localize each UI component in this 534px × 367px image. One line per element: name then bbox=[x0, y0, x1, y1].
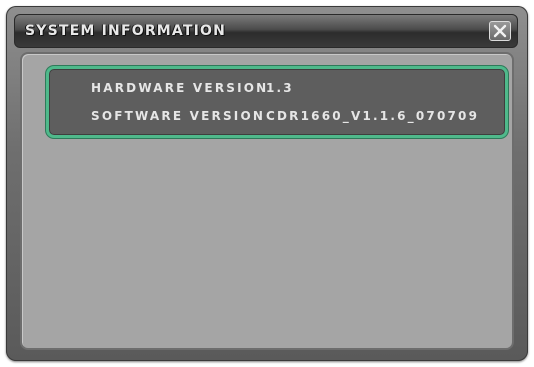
window-title: SYSTEM INFORMATION bbox=[25, 23, 227, 39]
software-version-label: SOFTWARE VERSION bbox=[91, 109, 266, 123]
content-area: HARDWARE VERSION 1.3 SOFTWARE VERSION CD… bbox=[20, 52, 514, 350]
hardware-version-label: HARDWARE VERSION bbox=[91, 81, 269, 95]
hardware-version-row: HARDWARE VERSION 1.3 bbox=[91, 81, 294, 95]
title-bar: SYSTEM INFORMATION bbox=[14, 14, 518, 48]
system-information-window: SYSTEM INFORMATION HARDWARE VERSION 1.3 … bbox=[6, 6, 528, 361]
close-icon bbox=[493, 24, 507, 38]
software-version-row: SOFTWARE VERSION CDR1660_V1.1.6_070709 bbox=[91, 109, 479, 123]
close-button[interactable] bbox=[489, 21, 511, 41]
version-info-panel: HARDWARE VERSION 1.3 SOFTWARE VERSION CD… bbox=[46, 66, 508, 138]
hardware-version-value: 1.3 bbox=[266, 81, 294, 95]
software-version-value: CDR1660_V1.1.6_070709 bbox=[266, 109, 480, 123]
